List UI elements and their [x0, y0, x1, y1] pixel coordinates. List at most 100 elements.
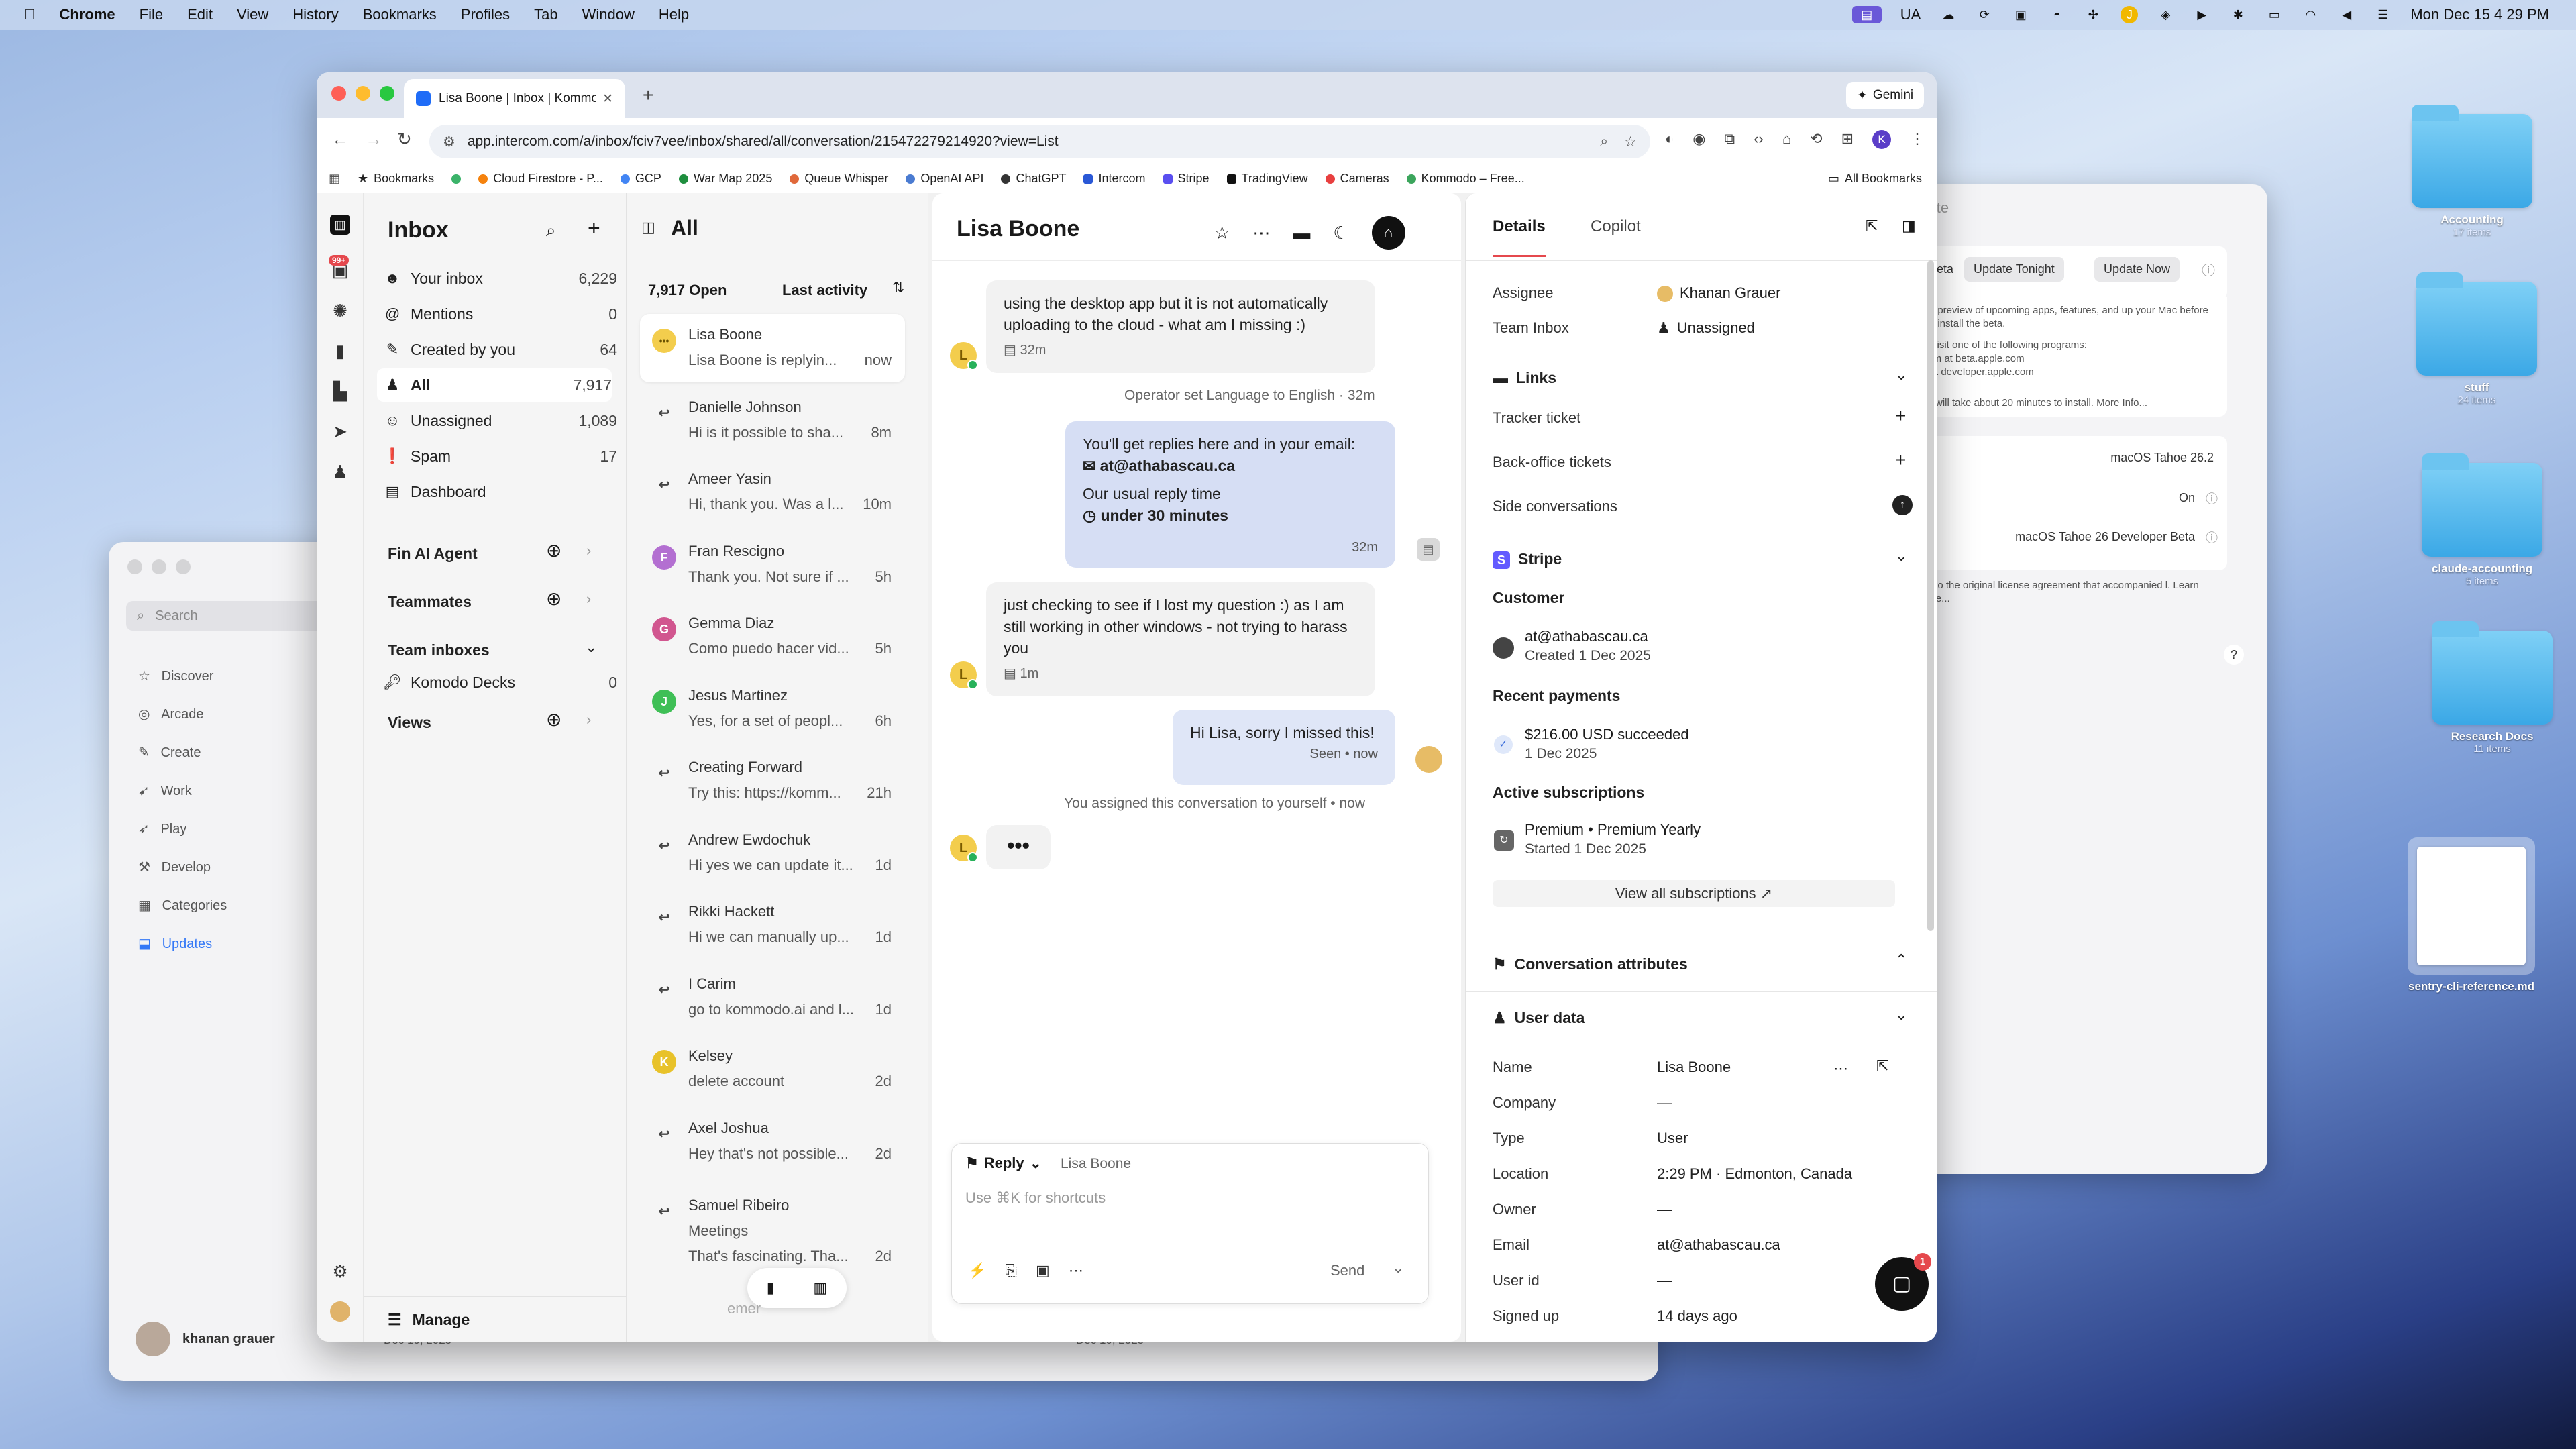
section-views[interactable]: Views: [388, 714, 431, 732]
list-item[interactable]: ↩ Rikki Hackett Hi we can manually up... 1d: [640, 891, 905, 959]
cloud-icon[interactable]: ☁: [1939, 6, 1957, 23]
fin-icon[interactable]: ✺: [330, 301, 350, 321]
sidebar-item-discover[interactable]: ☆ Discover: [138, 657, 227, 696]
user-field-value[interactable]: Lisa Boone: [1657, 1059, 1731, 1076]
bookmark-item[interactable]: TradingView: [1226, 172, 1308, 186]
app-j-icon[interactable]: J: [2121, 6, 2139, 23]
section-teammates[interactable]: Teammates: [388, 593, 472, 611]
sidebar-item-develop[interactable]: ⚒ Develop: [138, 849, 227, 887]
extension-icon[interactable]: ⌂: [1782, 130, 1791, 149]
new-conversation-icon[interactable]: +: [588, 216, 600, 241]
add-icon[interactable]: ⊕: [546, 708, 561, 731]
menu-app-name[interactable]: Chrome: [60, 6, 115, 23]
add-icon[interactable]: ⊕: [546, 588, 561, 610]
tab-active[interactable]: Lisa Boone | Inbox | Kommod ✕: [404, 79, 625, 118]
sort-order-icon[interactable]: ⇅: [892, 279, 904, 297]
user-account[interactable]: khanan grauer: [136, 1322, 275, 1356]
menu-tab[interactable]: Tab: [534, 6, 557, 23]
scrollbar[interactable]: [1927, 260, 1934, 931]
bookmark-item[interactable]: Stripe: [1163, 172, 1210, 186]
reply-mode-dropdown[interactable]: ⚑ Reply ⌄: [965, 1155, 1042, 1172]
add-tracker-ticket-icon[interactable]: +: [1895, 405, 1906, 427]
sidebar-item-work[interactable]: ➹ Work: [138, 772, 227, 810]
chevron-up-icon[interactable]: ⌃: [1895, 951, 1907, 969]
sync-icon[interactable]: ⟳: [1976, 6, 1993, 23]
user-field-value[interactable]: —: [1657, 1094, 1672, 1112]
menu-edit[interactable]: Edit: [187, 6, 213, 23]
info-icon[interactable]: ⓘ: [2202, 260, 2215, 279]
list-item[interactable]: ↩ Ameer Yasin Hi, thank you. Was a l... 10m: [640, 458, 905, 527]
more-icon[interactable]: ⋯: [1252, 223, 1270, 244]
devtools-icon[interactable]: ‹›: [1754, 130, 1764, 149]
help-button[interactable]: ?: [2224, 645, 2244, 665]
user-field-value[interactable]: —: [1657, 1272, 1672, 1289]
panel-toggle-icon[interactable]: ◨: [1902, 217, 1916, 235]
battery-icon[interactable]: ▭: [2265, 6, 2283, 23]
customer-email[interactable]: at@athabascau.ca: [1525, 628, 1648, 645]
bluetooth-icon[interactable]: ✱: [2229, 6, 2247, 23]
chevron-down-icon[interactable]: ⌄: [1895, 1006, 1907, 1024]
sidebar-item-arcade[interactable]: ◎ Arcade: [138, 696, 227, 734]
assignee-value[interactable]: Khanan Grauer: [1657, 284, 1780, 303]
bookmark-item[interactable]: Cameras: [1325, 172, 1389, 186]
extension-icon[interactable]: ◉: [1693, 130, 1705, 149]
close-window-button[interactable]: [127, 559, 142, 574]
bookmark-item[interactable]: OpenAI API: [906, 172, 983, 186]
all-bookmarks[interactable]: ▭ All Bookmarks: [1828, 172, 1922, 186]
extension-icon[interactable]: ⊞: [1841, 130, 1854, 149]
list-item[interactable]: ↩ Creating Forward Try this: https://komm.…: [640, 747, 905, 815]
stripe-section-header[interactable]: S Stripe: [1493, 550, 1562, 569]
chevron-down-icon[interactable]: ⌄: [1895, 547, 1907, 565]
bookmark-star-icon[interactable]: ☆: [1624, 133, 1637, 150]
bookmark-item[interactable]: ChatGPT: [1001, 172, 1066, 186]
profile-avatar[interactable]: K: [1872, 130, 1892, 149]
list-item[interactable]: J Jesus Martinez Yes, for a set of peopl..…: [640, 675, 905, 743]
forward-icon[interactable]: →: [365, 129, 382, 150]
more-icon[interactable]: ⋯: [1069, 1262, 1083, 1279]
add-back-office-ticket-icon[interactable]: +: [1895, 449, 1906, 471]
extension-icon[interactable]: ◐: [1665, 130, 1674, 149]
bookmark-item[interactable]: Kommodo – Free...: [1406, 172, 1525, 186]
user-field-value[interactable]: at@athabascau.ca: [1657, 1236, 1780, 1254]
snooze-icon[interactable]: ☾: [1333, 223, 1348, 244]
sidebar-item-play[interactable]: ➶ Play: [138, 810, 227, 849]
user-field-value[interactable]: User: [1657, 1130, 1688, 1147]
menu-bookmarks[interactable]: Bookmarks: [363, 6, 437, 23]
menu-view[interactable]: View: [237, 6, 268, 23]
tab-details[interactable]: Details: [1493, 217, 1546, 236]
payment-amount[interactable]: $216.00 USD succeeded: [1525, 726, 1689, 743]
bookmark-item[interactable]: GCP: [620, 172, 661, 186]
gemini-button[interactable]: ✦ Gemini: [1846, 82, 1925, 109]
site-info-icon[interactable]: ⚙: [443, 133, 455, 150]
new-tab-button[interactable]: +: [643, 85, 653, 106]
contacts-icon[interactable]: ♟: [330, 462, 350, 482]
open-external-icon[interactable]: ⇱: [1866, 217, 1878, 235]
close-conversation-icon[interactable]: ⌂: [1371, 216, 1405, 250]
beta-link-text[interactable]: m at developer.apple.com: [1919, 366, 2220, 379]
menu-history[interactable]: History: [292, 6, 338, 23]
back-icon[interactable]: ←: [331, 129, 349, 150]
star-icon[interactable]: ☆: [1214, 223, 1230, 244]
menu-clock[interactable]: Mon Dec 15 4 29 PM: [2410, 6, 2549, 23]
control-center-icon[interactable]: ☰: [2374, 6, 2392, 23]
list-item[interactable]: ↩ Danielle Johnson Hi is it possible to sh…: [640, 386, 905, 455]
image-icon[interactable]: ▣: [1036, 1262, 1050, 1279]
desktop-folder-accounting[interactable]: Accounting 17 items: [2408, 105, 2536, 238]
list-item[interactable]: G Gemma Diaz Como puedo hacer vid... 5h: [640, 602, 905, 671]
nav-item-your-inbox[interactable]: ☻ Your inbox 6,229: [382, 262, 617, 295]
nav-item-created-by-you[interactable]: ✎ Created by you 64: [382, 333, 617, 366]
manage-button[interactable]: ☰ Manage: [388, 1311, 470, 1329]
sidebar-item-categories[interactable]: ▦ Categories: [138, 887, 227, 925]
menu-profiles[interactable]: Profiles: [461, 6, 510, 23]
bookmark-item[interactable]: Intercom: [1083, 172, 1146, 186]
more-menu-icon[interactable]: ⋮: [1910, 130, 1925, 149]
list-view-icon[interactable]: ▮: [767, 1279, 775, 1297]
search-field[interactable]: ⌕ Search: [126, 601, 327, 631]
add-side-conversation-icon[interactable]: ↑: [1892, 495, 1913, 515]
list-item[interactable]: ↩ Axel Joshua Hey that's not possible... 2d: [640, 1108, 905, 1176]
desktop-folder-research-docs[interactable]: Research Docs 11 items: [2428, 621, 2556, 755]
beta-link-text[interactable]: gram at beta.apple.com: [1919, 352, 2220, 366]
info-icon[interactable]: ⓘ: [2206, 490, 2218, 507]
send-button[interactable]: Send: [1330, 1262, 1364, 1279]
chevron-right-icon[interactable]: ›: [586, 711, 591, 729]
